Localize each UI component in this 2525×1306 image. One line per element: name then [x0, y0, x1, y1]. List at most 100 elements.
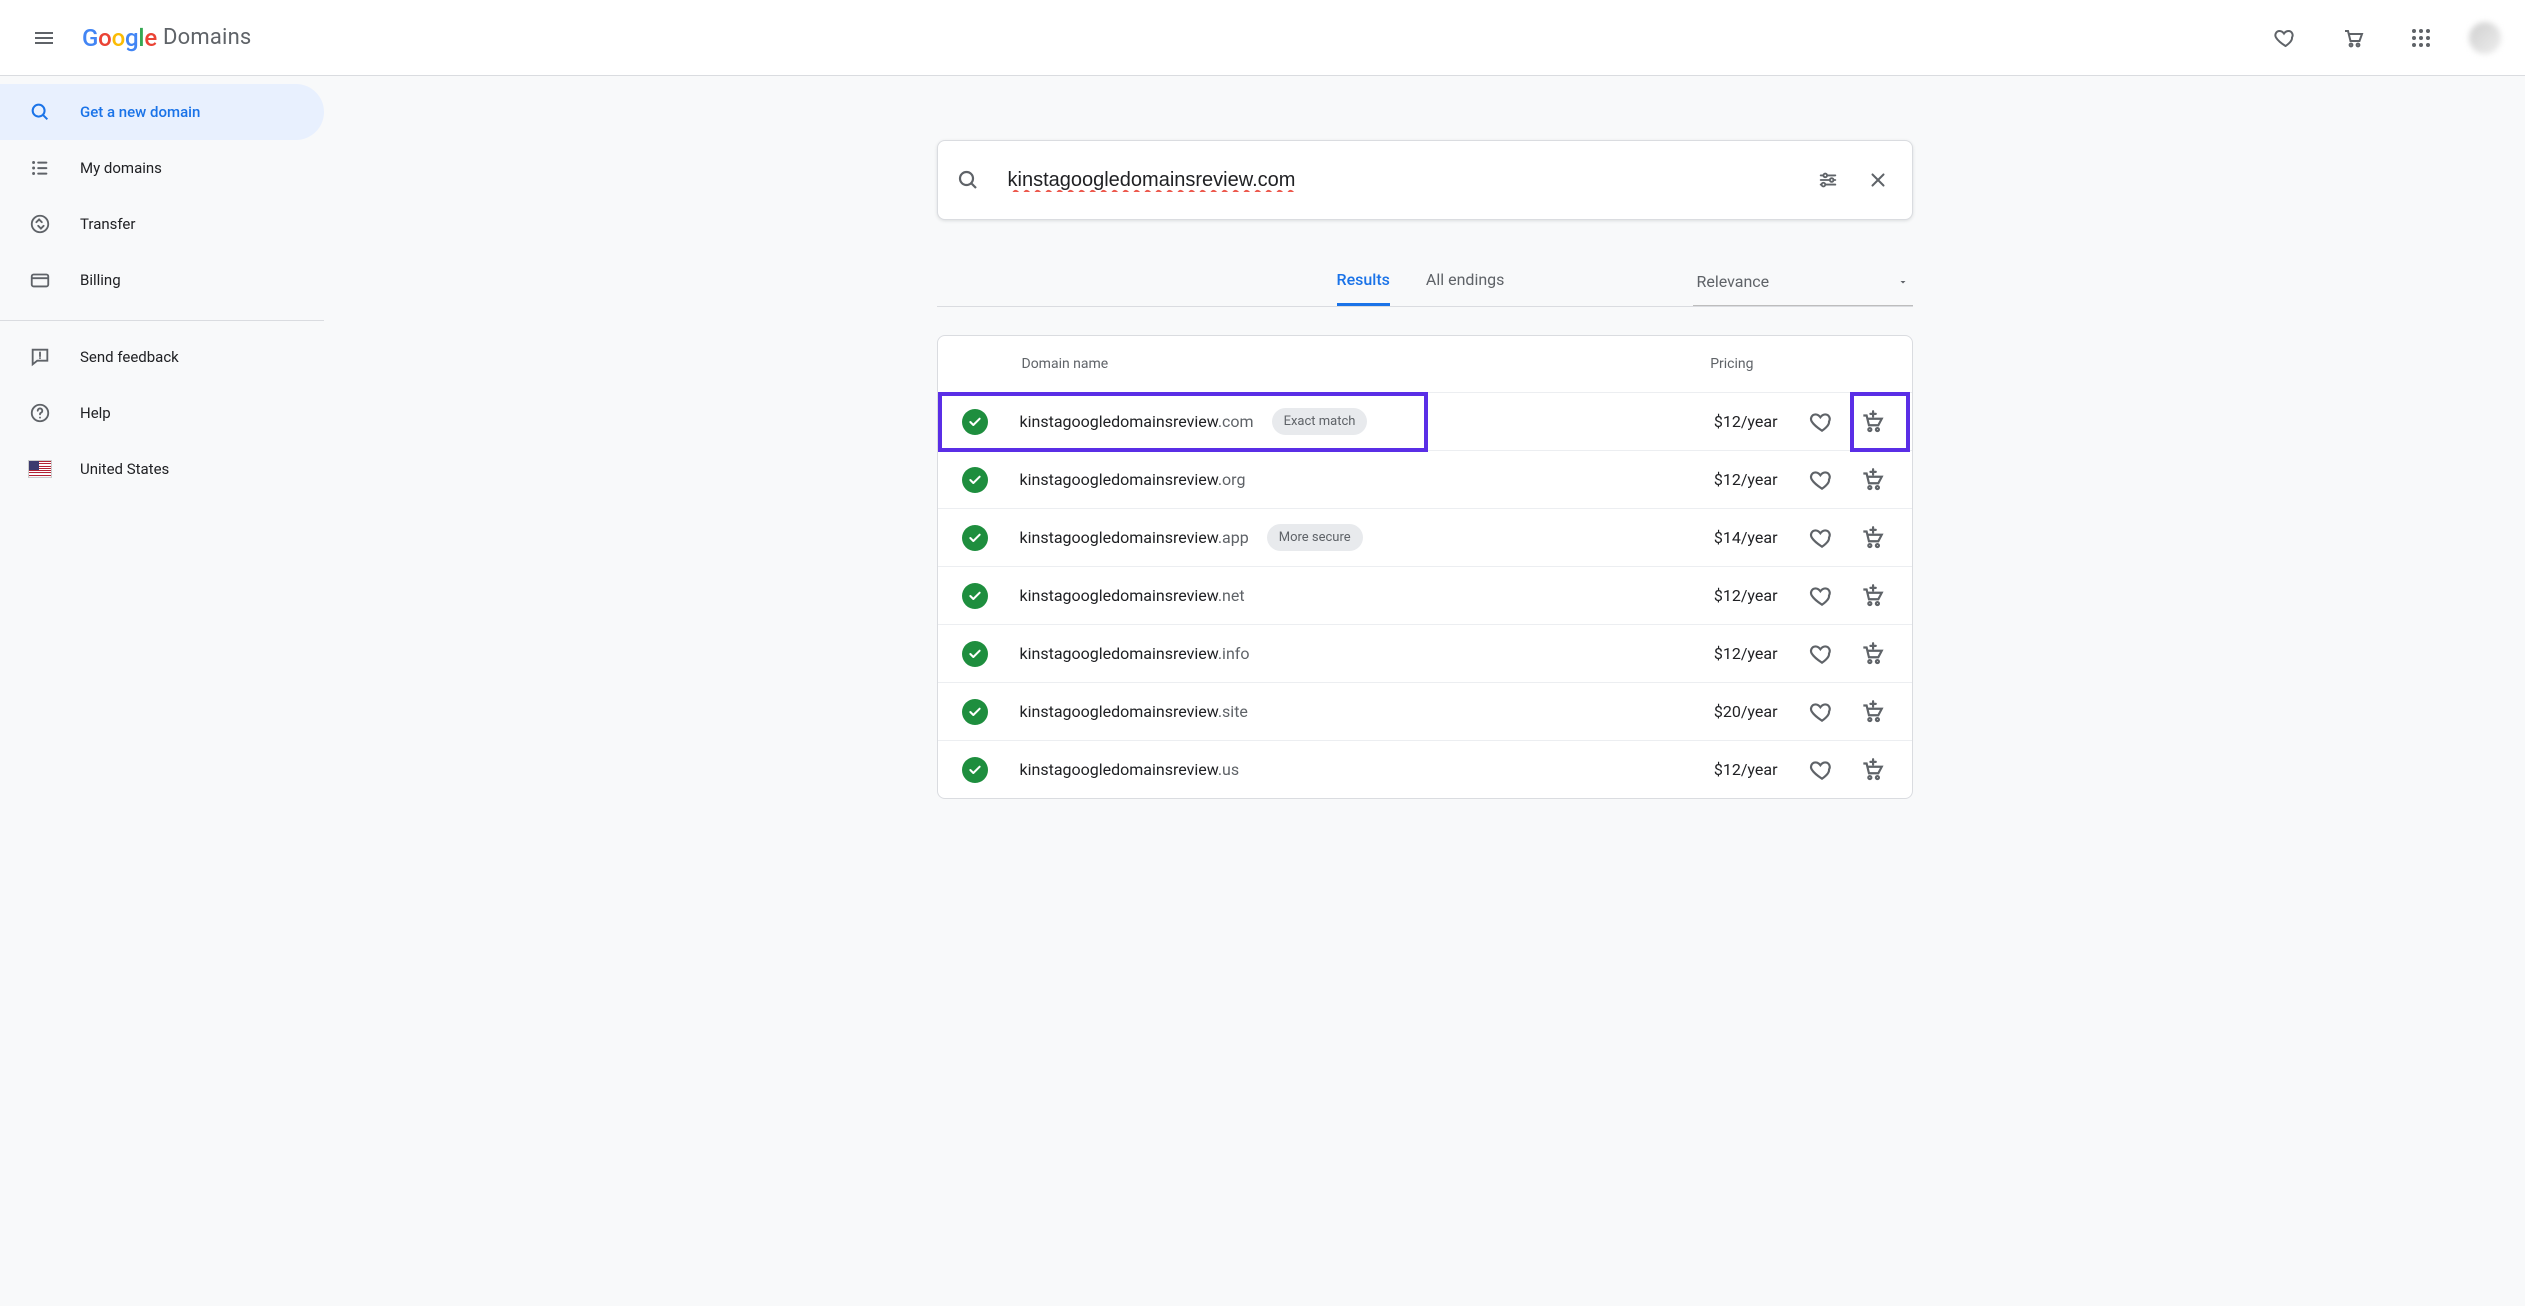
- add-to-cart-button[interactable]: [1856, 638, 1888, 670]
- favorite-button[interactable]: [1806, 754, 1838, 786]
- feedback-icon: [28, 345, 52, 369]
- heart-icon: [1809, 641, 1835, 667]
- add-cart-icon: [1859, 699, 1885, 725]
- favorite-button[interactable]: [1806, 522, 1838, 554]
- domain-name: kinstagoogledomainsreview.com: [1020, 412, 1254, 431]
- domain-price: $20/year: [1714, 702, 1778, 721]
- domain-price: $12/year: [1714, 412, 1778, 431]
- tune-icon: [1817, 169, 1839, 191]
- cart-button[interactable]: [2333, 18, 2373, 58]
- sidebar-item-label: My domains: [80, 159, 162, 177]
- result-badge: More secure: [1267, 524, 1363, 551]
- add-to-cart-button[interactable]: [1856, 464, 1888, 496]
- main: Results All endings Relevance Domain nam…: [324, 76, 2525, 1306]
- check-circle-icon: [962, 757, 988, 783]
- add-cart-icon: [1859, 641, 1885, 667]
- result-row[interactable]: kinstagoogledomainsreview.info $12/year: [938, 624, 1912, 682]
- col-pricing: Pricing: [1710, 356, 1753, 372]
- sidebar-item-billing[interactable]: Billing: [0, 252, 324, 308]
- apps-button[interactable]: [2401, 18, 2441, 58]
- add-to-cart-button[interactable]: [1856, 696, 1888, 728]
- appbar: Google Domains: [0, 0, 2525, 76]
- domain-name: kinstagoogledomainsreview.org: [1020, 470, 1246, 489]
- domain-price: $12/year: [1714, 644, 1778, 663]
- list-icon: [28, 156, 52, 180]
- heart-icon: [1809, 467, 1835, 493]
- check-circle-icon: [962, 467, 988, 493]
- favorites-button[interactable]: [2265, 18, 2305, 58]
- logo-product: Domains: [163, 25, 252, 50]
- results-toolbar: Results All endings Relevance: [937, 260, 1913, 307]
- transfer-icon: [28, 212, 52, 236]
- sidebar-item-help[interactable]: Help: [0, 385, 324, 441]
- add-to-cart-button[interactable]: [1856, 406, 1888, 438]
- heart-icon: [1809, 525, 1835, 551]
- sidebar-item-get-domain[interactable]: Get a new domain: [0, 84, 324, 140]
- check-circle-icon: [962, 409, 988, 435]
- favorite-button[interactable]: [1806, 406, 1838, 438]
- main-menu-button[interactable]: [24, 18, 64, 58]
- hamburger-icon: [32, 26, 56, 50]
- sidebar-item-label: Transfer: [80, 215, 135, 233]
- sidebar-item-my-domains[interactable]: My domains: [0, 140, 324, 196]
- close-icon: [1867, 169, 1889, 191]
- result-row[interactable]: kinstagoogledomainsreview.site$20/year: [938, 682, 1912, 740]
- sidebar-item-label: Get a new domain: [80, 103, 200, 121]
- clear-search-button[interactable]: [1862, 164, 1894, 196]
- add-cart-icon: [1859, 409, 1885, 435]
- domain-name: kinstagoogledomainsreview.app: [1020, 528, 1249, 547]
- sort-selected: Relevance: [1697, 272, 1770, 291]
- heart-icon: [2273, 26, 2297, 50]
- logo[interactable]: Google Domains: [82, 24, 251, 52]
- tab-all-endings[interactable]: All endings: [1426, 260, 1505, 306]
- heart-icon: [1809, 409, 1835, 435]
- page: Get a new domain My domains Transfer Bil…: [0, 76, 2525, 1306]
- domain-search-bar: [937, 140, 1913, 220]
- search-icon: [956, 168, 980, 192]
- add-to-cart-button[interactable]: [1856, 580, 1888, 612]
- results-card: Domain name Pricing kinstagoogledomainsr…: [937, 335, 1913, 799]
- add-cart-icon: [1859, 583, 1885, 609]
- result-row[interactable]: kinstagoogledomainsreview.app More secure…: [938, 508, 1912, 566]
- add-cart-icon: [1859, 467, 1885, 493]
- result-badge: Exact match: [1272, 408, 1368, 435]
- result-row[interactable]: kinstagoogledomainsreview.com Exact match…: [938, 392, 1912, 450]
- favorite-button[interactable]: [1806, 580, 1838, 612]
- domain-name: kinstagoogledomainsreview.net: [1020, 586, 1245, 605]
- domain-price: $12/year: [1714, 470, 1778, 489]
- apps-grid-icon: [2411, 28, 2431, 48]
- heart-icon: [1809, 757, 1835, 783]
- domain-price: $14/year: [1714, 528, 1778, 547]
- col-domain-name: Domain name: [1022, 356, 1109, 372]
- sidebar-separator: [0, 320, 324, 321]
- check-circle-icon: [962, 525, 988, 551]
- domain-name: kinstagoogledomainsreview.us: [1020, 760, 1240, 779]
- sidebar-item-label: Help: [80, 404, 111, 422]
- favorite-button[interactable]: [1806, 464, 1838, 496]
- heart-icon: [1809, 583, 1835, 609]
- help-icon: [28, 401, 52, 425]
- result-row[interactable]: kinstagoogledomainsreview.net$12/year: [938, 566, 1912, 624]
- result-row[interactable]: kinstagoogledomainsreview.org $12/year: [938, 450, 1912, 508]
- tab-results[interactable]: Results: [1337, 260, 1390, 306]
- favorite-button[interactable]: [1806, 696, 1838, 728]
- sidebar-item-locale[interactable]: United States: [0, 441, 324, 497]
- favorite-button[interactable]: [1806, 638, 1838, 670]
- check-circle-icon: [962, 699, 988, 725]
- sort-dropdown[interactable]: Relevance: [1693, 262, 1913, 306]
- add-cart-icon: [1859, 525, 1885, 551]
- add-to-cart-button[interactable]: [1856, 522, 1888, 554]
- add-to-cart-button[interactable]: [1856, 754, 1888, 786]
- check-circle-icon: [962, 641, 988, 667]
- domain-search-input[interactable]: [1006, 168, 1812, 193]
- results-header: Domain name Pricing: [938, 336, 1912, 392]
- result-row[interactable]: kinstagoogledomainsreview.us$12/year: [938, 740, 1912, 798]
- search-filters-button[interactable]: [1812, 164, 1844, 196]
- account-avatar[interactable]: [2469, 22, 2501, 54]
- sidebar-item-feedback[interactable]: Send feedback: [0, 329, 324, 385]
- sidebar-item-label: Billing: [80, 271, 121, 289]
- sidebar-item-transfer[interactable]: Transfer: [0, 196, 324, 252]
- domain-name: kinstagoogledomainsreview.info: [1020, 644, 1250, 663]
- sidebar-item-label: Send feedback: [80, 348, 179, 366]
- add-cart-icon: [1859, 757, 1885, 783]
